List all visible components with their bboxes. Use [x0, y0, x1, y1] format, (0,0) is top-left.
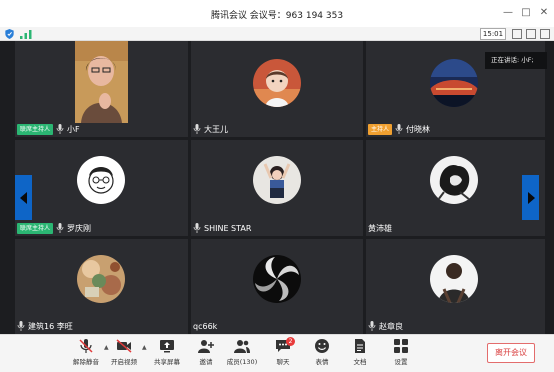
meeting-window: 腾讯会议 会议号：963 194 353 — □ ✕ 15:01 联席主持人 小… [0, 0, 554, 372]
tile-name-row: qc66k [193, 320, 217, 332]
participant-video [75, 41, 128, 123]
mic-icon [193, 124, 201, 134]
video-tile[interactable]: 赵章良 [366, 239, 545, 334]
leave-meeting-button[interactable]: 离开会议 [487, 343, 535, 363]
tile-name-row: 赵章良 [368, 320, 403, 332]
participant-name: 罗庆刚 [67, 223, 92, 233]
next-page-button[interactable] [522, 175, 539, 220]
video-grid: 联席主持人 小F 大王儿 主持人 付晓林 联席主持人 罗庆刚 SHINE STA… [15, 41, 545, 334]
speaking-indicator: 正在讲话: 小F; [485, 52, 547, 69]
fullscreen-icon[interactable] [526, 29, 536, 39]
reactions-button[interactable]: 表情 [302, 338, 342, 372]
avatar [253, 156, 301, 204]
participant-name: 大王儿 [204, 124, 228, 134]
reactions-label: 表情 [315, 358, 329, 366]
chat-button[interactable]: 2 聊天 [263, 337, 303, 372]
video-tile[interactable]: qc66k [191, 239, 363, 334]
layout-icon[interactable] [540, 29, 550, 39]
docs-button[interactable]: 文档 [340, 338, 380, 372]
members-label: 成员(130) [226, 358, 258, 366]
participant-name: 付晓林 [406, 124, 431, 134]
document-icon [355, 339, 365, 353]
avatar [77, 255, 125, 303]
avatar [253, 59, 301, 107]
signal-icon[interactable] [20, 29, 32, 39]
participant-name: SHINE STAR [204, 223, 252, 233]
share-screen-label: 共享屏幕 [154, 358, 180, 366]
video-tile[interactable]: 联席主持人 罗庆刚 [15, 140, 188, 236]
members-icon [234, 340, 250, 353]
add-user-icon [198, 340, 214, 353]
members-button[interactable]: 成员(130) [222, 338, 262, 372]
mic-muted-icon [79, 339, 93, 353]
chevron-left-icon [19, 191, 27, 204]
tile-name-row: 建筑16 李旺 [17, 320, 73, 332]
start-video-label: 开启视频 [111, 358, 137, 366]
unmute-label: 解除静音 [73, 358, 99, 366]
avatar [430, 255, 478, 303]
docs-label: 文档 [353, 358, 367, 366]
avatar [253, 255, 301, 303]
mic-icon [56, 223, 64, 233]
participant-name: qc66k [193, 321, 218, 331]
tile-name-row: 黄沛雄 [368, 222, 392, 234]
grid-view-icon[interactable] [512, 29, 522, 39]
tile-name-row: SHINE STAR [193, 222, 251, 234]
tile-name-row: 主持人 付晓林 [368, 123, 430, 135]
window-title: 腾讯会议 会议号：963 194 353 [210, 11, 344, 21]
video-tile[interactable]: 联席主持人 小F [15, 41, 188, 137]
minimize-icon[interactable]: — [499, 5, 517, 21]
shield-icon[interactable] [5, 29, 14, 39]
share-screen-button[interactable]: 共享屏幕 [147, 338, 187, 372]
avatar [77, 156, 125, 204]
mic-icon [193, 223, 201, 233]
invite-button[interactable]: 邀请 [186, 338, 226, 372]
settings-button[interactable]: 设置 [381, 338, 421, 372]
participant-name: 赵章良 [379, 321, 403, 331]
close-icon[interactable]: ✕ [535, 5, 553, 21]
tile-name-row: 大王儿 [193, 123, 228, 135]
tile-name-row: 联席主持人 罗庆刚 [17, 222, 91, 234]
host-badge: 主持人 [368, 123, 393, 135]
mic-icon [56, 124, 64, 134]
camera-off-icon [116, 339, 132, 353]
video-tile[interactable]: 建筑16 李旺 [15, 239, 188, 334]
chat-label: 聊天 [276, 358, 290, 366]
maximize-icon[interactable]: □ [517, 5, 535, 21]
participant-name: 黄沛雄 [368, 223, 392, 233]
video-tile[interactable]: 黄沛雄 [366, 140, 545, 236]
status-bar: 15:01 [0, 27, 554, 41]
chat-unread-badge: 2 [286, 337, 295, 346]
title-bar: 腾讯会议 会议号：963 194 353 — □ ✕ [0, 0, 554, 27]
invite-label: 邀请 [199, 358, 213, 366]
prev-page-button[interactable] [15, 175, 32, 220]
chevron-right-icon [527, 191, 535, 204]
avatar [430, 156, 478, 204]
unmute-button[interactable]: 解除静音 [66, 338, 106, 372]
meeting-toolbar: 解除静音 ▲ 开启视频 ▲ 共享屏幕 邀请 成员(130) 2 聊天 表情 文档… [0, 334, 554, 372]
start-video-button[interactable]: 开启视频 [104, 338, 144, 372]
avatar [430, 59, 478, 107]
mic-icon [395, 124, 403, 134]
chevron-up-icon[interactable]: ▲ [142, 344, 147, 351]
mic-icon [17, 321, 25, 331]
participant-name: 小F [67, 124, 80, 134]
share-screen-icon [160, 340, 174, 353]
tile-name-row: 联席主持人 小F [17, 123, 80, 135]
settings-label: 设置 [394, 358, 408, 366]
video-tile[interactable]: 大王儿 [191, 41, 363, 137]
meeting-timer: 15:01 [480, 28, 506, 40]
co-host-badge: 联席主持人 [17, 222, 54, 234]
smiley-icon [315, 339, 329, 353]
co-host-badge: 联席主持人 [17, 123, 54, 135]
video-tile[interactable]: SHINE STAR [191, 140, 363, 236]
grid-settings-icon [394, 339, 408, 353]
mic-icon [368, 321, 376, 331]
participant-name: 建筑16 李旺 [28, 321, 73, 331]
